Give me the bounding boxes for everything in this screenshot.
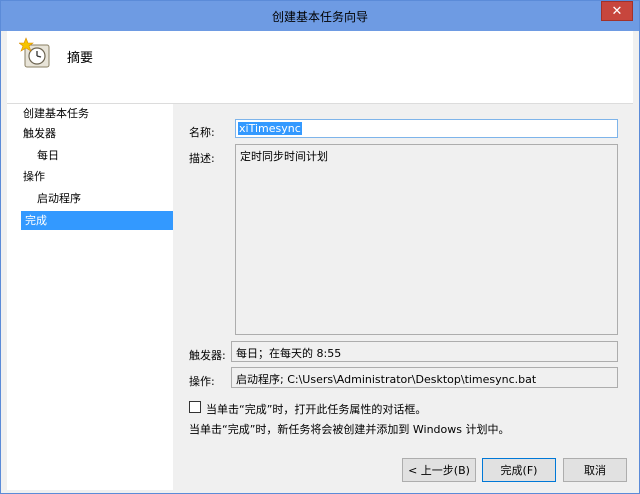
close-icon: ✕ [611, 3, 623, 19]
name-field[interactable]: xiTimesync [235, 119, 618, 138]
trigger-label: 触发器: [189, 349, 226, 362]
close-button[interactable]: ✕ [601, 1, 633, 21]
description-label: 描述: [189, 152, 215, 165]
back-button[interactable]: < 上一步(B) [402, 458, 476, 482]
step-action[interactable]: 操作 [23, 167, 45, 186]
step-finish[interactable]: 完成 [21, 211, 175, 230]
wizard-header: 摘要 [7, 31, 633, 104]
open-properties-checkbox[interactable] [189, 401, 201, 413]
action-value: 启动程序; C:\Users\Administrator\Desktop\tim… [236, 373, 537, 386]
description-field[interactable]: 定时同步时间计划 [235, 144, 618, 335]
clock-star-icon [19, 37, 50, 68]
finish-button[interactable]: 完成(F) [482, 458, 556, 482]
finish-info-text: 当单击“完成”时，新任务将会被创建并添加到 Windows 计划中。 [189, 423, 510, 436]
name-value: xiTimesync [238, 122, 302, 135]
page-title: 摘要 [67, 51, 94, 66]
description-value: 定时同步时间计划 [240, 150, 328, 163]
name-label: 名称: [189, 126, 215, 139]
cancel-button[interactable]: 取消 [563, 458, 627, 482]
task-wizard-window: 创建基本任务向导 ✕ 摘要 创建基本任务 触发器 每日 操作 启动程序 完成 名… [0, 0, 640, 494]
step-start-program[interactable]: 启动程序 [37, 189, 81, 208]
open-properties-label: 当单击“完成”时，打开此任务属性的对话框。 [206, 403, 427, 416]
trigger-field: 每日；在每天的 8:55 [231, 341, 618, 362]
step-daily[interactable]: 每日 [37, 146, 59, 165]
wizard-steps-sidebar: 创建基本任务 触发器 每日 操作 启动程序 完成 [7, 104, 175, 490]
summary-panel: 名称: xiTimesync 描述: 定时同步时间计划 触发器: 每日；在每天的… [173, 104, 633, 490]
step-trigger[interactable]: 触发器 [23, 124, 56, 143]
trigger-value: 每日；在每天的 8:55 [236, 347, 342, 360]
action-field: 启动程序; C:\Users\Administrator\Desktop\tim… [231, 367, 618, 388]
window-title: 创建基本任务向导 [271, 10, 368, 24]
action-label: 操作: [189, 375, 215, 388]
step-create-basic-task[interactable]: 创建基本任务 [23, 104, 89, 123]
title-bar: 创建基本任务向导 ✕ [1, 1, 639, 31]
